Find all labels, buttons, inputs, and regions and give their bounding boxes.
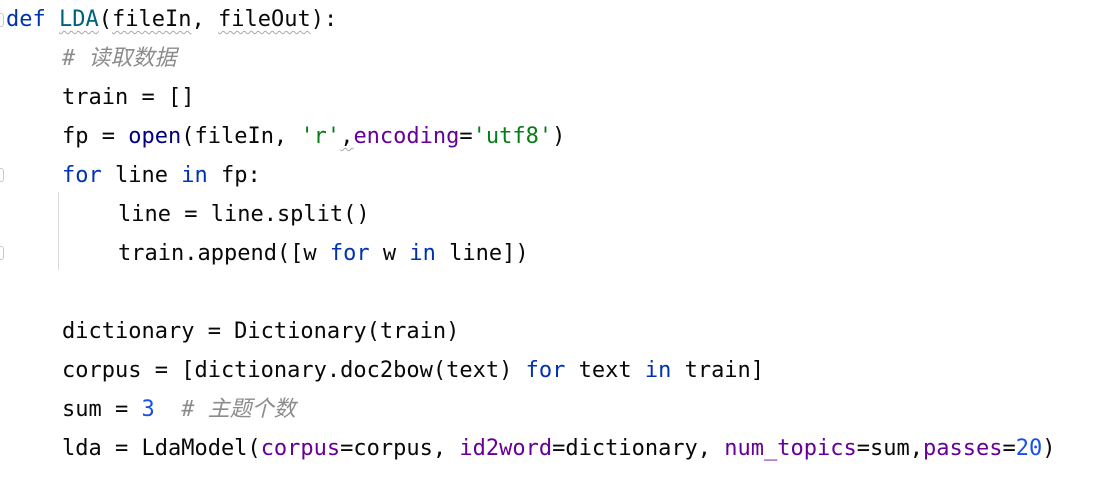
keyword-def: def <box>6 7 46 32</box>
fold-marker-icon[interactable] <box>0 13 4 27</box>
keyword-for: for <box>62 163 102 188</box>
param-fileout: fileOut <box>217 7 311 32</box>
code-line-2-comment[interactable]: # 读取数据 <box>6 39 177 78</box>
keyword-in: in <box>409 241 436 266</box>
function-name: LDA <box>59 7 99 32</box>
keyword-in: in <box>644 358 672 383</box>
code-line-7[interactable]: train.append([w for w in line]) <box>6 234 529 273</box>
code-line-6[interactable]: line = line.split() <box>6 195 370 234</box>
param-filein: fileIn <box>112 7 192 32</box>
builtin-open: open <box>128 124 182 149</box>
fold-marker-icon[interactable] <box>0 246 4 260</box>
string-literal: 'r' <box>300 124 341 149</box>
named-arg-passes: passes <box>922 436 1003 461</box>
named-arg-corpus: corpus <box>260 436 341 461</box>
code-line-4[interactable]: fp = open(fileIn, 'r',encoding='utf8') <box>6 117 565 156</box>
code-line-11[interactable]: sum = 3 # 主题个数 <box>6 390 296 429</box>
inline-comment: # 主题个数 <box>181 397 296 422</box>
fold-marker-icon[interactable] <box>0 168 4 182</box>
number-literal: 3 <box>141 397 155 422</box>
code-line-8-blank[interactable] <box>6 273 62 312</box>
code-line-1[interactable]: def LDA(fileIn, fileOut): <box>6 0 337 39</box>
code-line-3[interactable]: train = [] <box>6 78 194 117</box>
string-literal: 'utf8' <box>472 124 553 149</box>
named-arg-encoding: encoding <box>353 124 460 149</box>
keyword-for: for <box>329 241 370 266</box>
keyword-in: in <box>181 163 208 188</box>
code-editor[interactable]: def LDA(fileIn, fileOut): # 读取数据 train =… <box>0 0 1115 477</box>
named-arg-id2word: id2word <box>459 436 553 461</box>
code-line-9[interactable]: dictionary = Dictionary(train) <box>6 312 459 351</box>
keyword-for: for <box>525 358 566 383</box>
number-literal: 20 <box>1015 436 1043 461</box>
named-arg-num-topics: num_topics <box>724 436 857 461</box>
code-line-12[interactable]: lda = LdaModel(corpus=corpus, id2word=di… <box>6 429 1055 468</box>
code-line-10[interactable]: corpus = [dictionary.doc2bow(text) for t… <box>6 351 764 390</box>
code-line-5[interactable]: for line in fp: <box>6 156 261 195</box>
